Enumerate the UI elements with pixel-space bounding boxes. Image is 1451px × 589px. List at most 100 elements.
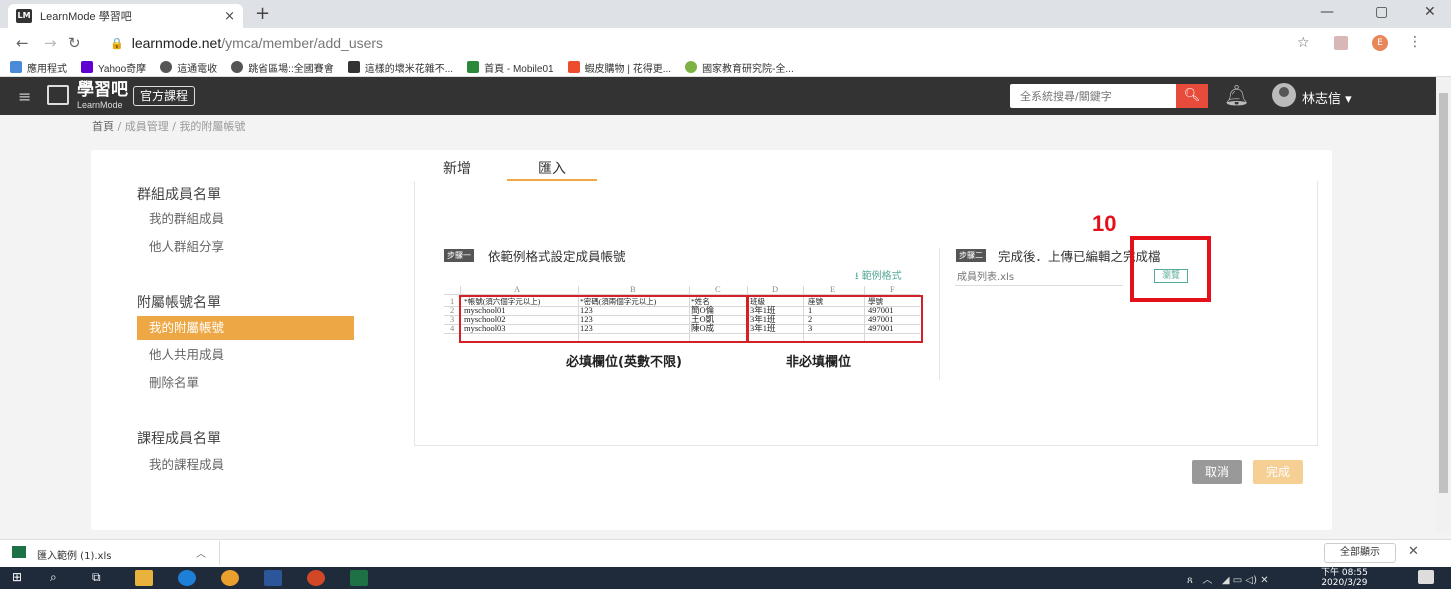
- excel-icon[interactable]: [350, 570, 368, 586]
- row-num: 4: [450, 323, 455, 333]
- close-downloads-icon[interactable]: ✕: [1408, 544, 1419, 559]
- close-tab-icon[interactable]: ×: [224, 9, 235, 24]
- apps-grid-icon: [10, 61, 22, 73]
- sidebar-heading-sub-accounts: 附屬帳號名單: [137, 295, 221, 311]
- sidebar-item-my-group-members[interactable]: 我的群組成員: [137, 207, 354, 231]
- new-tab-icon[interactable]: +: [255, 3, 270, 24]
- site-favicon-icon: LM: [16, 9, 32, 23]
- url-field[interactable]: 🔒 learnmode.net /ymca/member/add_users: [110, 33, 383, 53]
- chrome-icon[interactable]: [221, 570, 239, 586]
- a-icon: [347, 61, 360, 73]
- file-explorer-icon[interactable]: [135, 570, 153, 586]
- site-header: [0, 77, 1436, 115]
- bookmarks-bar: 應用程式 Yahoo奇摩 這通電收 跳省區場::全國賽會 這樣的壞米花雜不...…: [0, 58, 1451, 77]
- annotation-step-number: 10: [1092, 211, 1117, 236]
- breadcrumb-member-mgmt[interactable]: 成員管理: [125, 120, 169, 133]
- download-item[interactable]: 匯入範例 (1).xls: [37, 547, 111, 562]
- col-header-f: F: [890, 284, 895, 294]
- ie-icon[interactable]: [178, 570, 196, 586]
- step2-badge: 步驟二: [956, 249, 986, 262]
- scrollbar-thumb[interactable]: [1439, 93, 1448, 493]
- download-icon: ⭳: [855, 271, 862, 282]
- bookmark-star-icon[interactable]: ☆: [1297, 35, 1310, 51]
- col-header-c: C: [715, 284, 721, 294]
- minimize-icon[interactable]: —: [1320, 4, 1334, 20]
- chevron-up-icon[interactable]: ︿: [196, 545, 206, 560]
- sidebar-heading-groups: 群組成員名單: [137, 187, 221, 203]
- bookmark-3[interactable]: 跳省區場::全國賽會: [231, 60, 334, 75]
- search-taskbar-icon[interactable]: ⌕: [50, 570, 68, 586]
- sidebar-item-my-course-members[interactable]: 我的課程成員: [137, 453, 354, 477]
- bookmark-mobile01[interactable]: 首頁 - Mobile01: [467, 60, 554, 75]
- bookmark-apps[interactable]: 應用程式: [10, 60, 67, 75]
- windows-start-icon[interactable]: ⊞: [12, 570, 30, 586]
- word-icon[interactable]: [264, 570, 282, 586]
- sidebar-item-shared-members[interactable]: 他人共用成員: [137, 343, 354, 367]
- bookmark-2[interactable]: 這通電收: [160, 60, 217, 75]
- optional-columns-label: 非必填欄位: [786, 355, 852, 370]
- bookmark-naer[interactable]: 國家教育研究院-全...: [685, 60, 794, 75]
- naer-icon: [685, 61, 698, 73]
- sidebar-heading-courses: 課程成員名單: [137, 431, 221, 447]
- finish-button[interactable]: 完成: [1253, 460, 1303, 484]
- bookmark-yahoo[interactable]: Yahoo奇摩: [81, 60, 146, 75]
- lock-icon: 🔒: [110, 37, 124, 50]
- logo-book-icon[interactable]: [47, 85, 69, 105]
- close-window-icon[interactable]: ✕: [1424, 4, 1436, 20]
- tab-import[interactable]: 匯入: [538, 158, 566, 178]
- maximize-icon[interactable]: ▢: [1375, 4, 1388, 20]
- col-header-e: E: [830, 284, 836, 294]
- sidebar-item-deleted-list[interactable]: 刪除名單: [137, 371, 354, 395]
- taskbar-clock[interactable]: 下午 08:55 2020/3/29: [1321, 568, 1368, 588]
- sidebar-item-shared-groups[interactable]: 他人群組分享: [137, 235, 354, 259]
- step1-title: 依範例格式設定成員帳號: [488, 249, 626, 264]
- powerpoint-icon[interactable]: [307, 570, 325, 586]
- user-menu[interactable]: 林志信 ▾: [1302, 88, 1352, 107]
- task-view-icon[interactable]: ⧉: [92, 570, 110, 586]
- official-courses-button[interactable]: 官方課程: [133, 86, 196, 106]
- required-columns-label: 必填欄位(英數不限): [566, 355, 682, 370]
- logo-text[interactable]: 學習吧: [77, 82, 128, 99]
- notifications-icon[interactable]: [1418, 570, 1434, 584]
- shopee-icon: [567, 61, 580, 73]
- system-tray[interactable]: ጸ ︿ ◢ ▭ ◁) ✕: [1187, 571, 1269, 586]
- search-button[interactable]: 🔍︎: [1176, 84, 1208, 108]
- optional-columns-highlight: [747, 295, 923, 343]
- required-columns-highlight: [459, 295, 748, 343]
- tab-add[interactable]: 新增: [443, 158, 471, 178]
- annotation-highlight-box: [1130, 236, 1211, 302]
- extension-icon[interactable]: [1334, 36, 1348, 50]
- sidebar-item-my-sub-accounts[interactable]: 我的附屬帳號: [137, 316, 354, 340]
- sample-spreadsheet: A B C D E F 1 2 3 4 *帳號(須六個字元以上) *密碼(須兩個…: [444, 284, 928, 346]
- file-name-field[interactable]: [955, 269, 1123, 286]
- excel-file-icon: [12, 546, 26, 558]
- breadcrumb: 首頁 / 成員管理 / 我的附屬帳號: [92, 120, 246, 133]
- search-icon: 🔍︎: [1183, 88, 1201, 103]
- col-header-a: A: [514, 284, 521, 294]
- search-input[interactable]: [1010, 84, 1176, 108]
- reload-icon[interactable]: ↻: [68, 34, 81, 52]
- menu-kebab-icon[interactable]: ⋮: [1408, 34, 1422, 50]
- bookmark-shopee[interactable]: 蝦皮購物 | 花得更...: [567, 60, 671, 75]
- profile-icon[interactable]: E: [1372, 35, 1388, 51]
- browser-tab[interactable]: LM LearnMode 學習吧 ×: [8, 4, 243, 28]
- forward-icon[interactable]: →: [44, 34, 57, 52]
- url-path: /ymca/member/add_users: [221, 35, 384, 51]
- notification-bell-icon[interactable]: 🔔︎: [1224, 83, 1249, 107]
- url-host: learnmode.net: [131, 35, 222, 51]
- breadcrumb-current: 我的附屬帳號: [179, 120, 246, 133]
- col-header-b: B: [630, 284, 636, 294]
- show-all-downloads-button[interactable]: 全部顯示: [1324, 543, 1396, 563]
- browser-tab-title: LearnMode 學習吧: [40, 11, 132, 23]
- logo-subtitle: LearnMode: [77, 100, 123, 110]
- step-divider: [939, 248, 940, 380]
- mobile01-icon: [467, 61, 480, 73]
- cancel-button[interactable]: 取消: [1192, 460, 1242, 484]
- breadcrumb-home[interactable]: 首頁: [92, 120, 114, 133]
- step1-badge: 步驟一: [444, 249, 474, 262]
- back-icon[interactable]: ←: [16, 34, 29, 52]
- user-avatar[interactable]: [1272, 83, 1296, 107]
- bookmark-4[interactable]: 這樣的壞米花雜不...: [347, 60, 453, 75]
- globe-icon: [160, 61, 173, 73]
- hamburger-menu-icon[interactable]: ≡: [18, 87, 31, 106]
